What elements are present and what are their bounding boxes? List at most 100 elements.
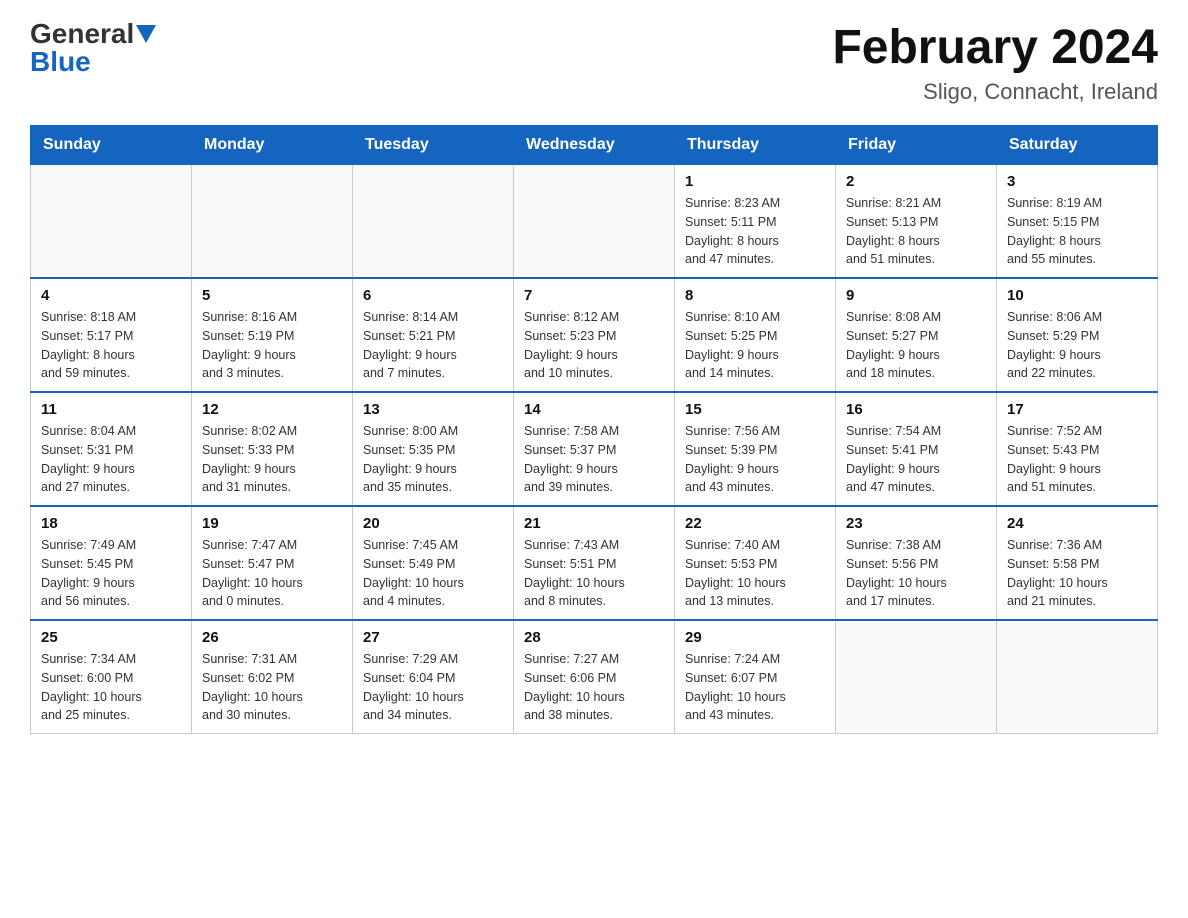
day-info: Sunrise: 7:27 AMSunset: 6:06 PMDaylight:… [524, 650, 664, 725]
day-cell [192, 165, 353, 279]
day-number: 20 [363, 515, 503, 532]
header-wednesday: Wednesday [514, 126, 675, 165]
day-number: 13 [363, 401, 503, 418]
day-number: 8 [685, 287, 825, 304]
week-row-4: 18 Sunrise: 7:49 AMSunset: 5:45 PMDayligh… [31, 506, 1158, 620]
day-number: 9 [846, 287, 986, 304]
day-number: 14 [524, 401, 664, 418]
day-cell: 4 Sunrise: 8:18 AMSunset: 5:17 PMDaylight… [31, 278, 192, 392]
day-info: Sunrise: 7:24 AMSunset: 6:07 PMDaylight:… [685, 650, 825, 725]
day-cell: 5Sunrise: 8:16 AMSunset: 5:19 PMDaylight… [192, 278, 353, 392]
day-cell: 11Sunrise: 8:04 AMSunset: 5:31 PMDayligh… [31, 392, 192, 506]
day-info: Sunrise: 7:45 AMSunset: 5:49 PMDaylight:… [363, 536, 503, 611]
header-sunday: Sunday [31, 126, 192, 165]
day-info: Sunrise: 8:12 AMSunset: 5:23 PMDaylight:… [524, 308, 664, 383]
day-number: 1 [685, 173, 825, 190]
day-number: 2 [846, 173, 986, 190]
title-section: February 2024 Sligo, Connacht, Ireland [832, 20, 1158, 105]
day-cell: 3 Sunrise: 8:19 AMSunset: 5:15 PMDaylight… [997, 165, 1158, 279]
day-info: Sunrise: 8:08 AMSunset: 5:27 PMDaylight:… [846, 308, 986, 383]
day-cell [31, 165, 192, 279]
header-friday: Friday [836, 126, 997, 165]
weekday-header-row: Sunday Monday Tuesday Wednesday Thursday… [31, 126, 1158, 165]
day-info: Sunrise: 7:36 AMSunset: 5:58 PMDaylight:… [1007, 536, 1147, 611]
day-number: 27 [363, 629, 503, 646]
logo-general-text: General [30, 20, 134, 48]
week-row-1: 1 Sunrise: 8:23 AMSunset: 5:11 PMDaylight… [31, 165, 1158, 279]
day-cell: 13 Sunrise: 8:00 AMSunset: 5:35 PMDayligh… [353, 392, 514, 506]
day-cell: 29 Sunrise: 7:24 AMSunset: 6:07 PMDayligh… [675, 620, 836, 734]
day-cell [514, 165, 675, 279]
day-number: 23 [846, 515, 986, 532]
day-info: Sunrise: 7:29 AMSunset: 6:04 PMDaylight:… [363, 650, 503, 725]
day-cell: 28Sunrise: 7:27 AMSunset: 6:06 PMDayligh… [514, 620, 675, 734]
header-thursday: Thursday [675, 126, 836, 165]
day-number: 5 [202, 287, 342, 304]
day-cell: 18 Sunrise: 7:49 AMSunset: 5:45 PMDayligh… [31, 506, 192, 620]
day-cell: 1 Sunrise: 8:23 AMSunset: 5:11 PMDaylight… [675, 165, 836, 279]
logo-triangle-icon [136, 25, 156, 43]
day-number: 11 [41, 401, 181, 418]
page-header: General Blue February 2024 Sligo, Connac… [30, 20, 1158, 105]
day-number: 26 [202, 629, 342, 646]
calendar-table: Sunday Monday Tuesday Wednesday Thursday… [30, 125, 1158, 734]
day-number: 24 [1007, 515, 1147, 532]
day-info: Sunrise: 8:06 AMSunset: 5:29 PMDaylight:… [1007, 308, 1147, 383]
day-number: 29 [685, 629, 825, 646]
day-number: 7 [524, 287, 664, 304]
day-cell: 12Sunrise: 8:02 AMSunset: 5:33 PMDayligh… [192, 392, 353, 506]
day-cell: 21 Sunrise: 7:43 AMSunset: 5:51 PMDayligh… [514, 506, 675, 620]
day-number: 18 [41, 515, 181, 532]
day-number: 25 [41, 629, 181, 646]
day-info: Sunrise: 8:18 AMSunset: 5:17 PMDaylight:… [41, 308, 181, 383]
day-info: Sunrise: 7:43 AMSunset: 5:51 PMDaylight:… [524, 536, 664, 611]
day-cell: 20 Sunrise: 7:45 AMSunset: 5:49 PMDayligh… [353, 506, 514, 620]
day-cell [353, 165, 514, 279]
day-info: Sunrise: 7:34 AMSunset: 6:00 PMDaylight:… [41, 650, 181, 725]
day-info: Sunrise: 8:19 AMSunset: 5:15 PMDaylight:… [1007, 194, 1147, 269]
day-info: Sunrise: 7:40 AMSunset: 5:53 PMDaylight:… [685, 536, 825, 611]
day-number: 3 [1007, 173, 1147, 190]
day-cell: 19 Sunrise: 7:47 AMSunset: 5:47 PMDayligh… [192, 506, 353, 620]
day-cell: 25 Sunrise: 7:34 AMSunset: 6:00 PMDayligh… [31, 620, 192, 734]
day-info: Sunrise: 8:02 AMSunset: 5:33 PMDaylight:… [202, 422, 342, 497]
day-cell: 24 Sunrise: 7:36 AMSunset: 5:58 PMDayligh… [997, 506, 1158, 620]
day-cell: 26Sunrise: 7:31 AMSunset: 6:02 PMDayligh… [192, 620, 353, 734]
day-cell: 10 Sunrise: 8:06 AMSunset: 5:29 PMDayligh… [997, 278, 1158, 392]
day-cell: 27 Sunrise: 7:29 AMSunset: 6:04 PMDayligh… [353, 620, 514, 734]
day-cell: 9 Sunrise: 8:08 AMSunset: 5:27 PMDaylight… [836, 278, 997, 392]
day-number: 10 [1007, 287, 1147, 304]
day-info: Sunrise: 7:54 AMSunset: 5:41 PMDaylight:… [846, 422, 986, 497]
header-tuesday: Tuesday [353, 126, 514, 165]
header-saturday: Saturday [997, 126, 1158, 165]
day-cell: 8 Sunrise: 8:10 AMSunset: 5:25 PMDaylight… [675, 278, 836, 392]
location-title: Sligo, Connacht, Ireland [832, 79, 1158, 105]
day-number: 15 [685, 401, 825, 418]
day-info: Sunrise: 7:52 AMSunset: 5:43 PMDaylight:… [1007, 422, 1147, 497]
day-info: Sunrise: 7:49 AMSunset: 5:45 PMDaylight:… [41, 536, 181, 611]
day-info: Sunrise: 7:58 AMSunset: 5:37 PMDaylight:… [524, 422, 664, 497]
day-cell: 6Sunrise: 8:14 AMSunset: 5:21 PMDaylight… [353, 278, 514, 392]
day-info: Sunrise: 7:47 AMSunset: 5:47 PMDaylight:… [202, 536, 342, 611]
week-row-2: 4 Sunrise: 8:18 AMSunset: 5:17 PMDaylight… [31, 278, 1158, 392]
day-info: Sunrise: 8:14 AMSunset: 5:21 PMDaylight:… [363, 308, 503, 383]
logo-blue-text: Blue [30, 46, 91, 77]
day-cell [836, 620, 997, 734]
day-info: Sunrise: 8:23 AMSunset: 5:11 PMDaylight:… [685, 194, 825, 269]
day-number: 16 [846, 401, 986, 418]
day-cell: 23Sunrise: 7:38 AMSunset: 5:56 PMDayligh… [836, 506, 997, 620]
day-number: 4 [41, 287, 181, 304]
day-cell: 16 Sunrise: 7:54 AMSunset: 5:41 PMDayligh… [836, 392, 997, 506]
month-title: February 2024 [832, 20, 1158, 75]
day-cell: 17Sunrise: 7:52 AMSunset: 5:43 PMDayligh… [997, 392, 1158, 506]
day-info: Sunrise: 8:00 AMSunset: 5:35 PMDaylight:… [363, 422, 503, 497]
day-number: 21 [524, 515, 664, 532]
day-number: 19 [202, 515, 342, 532]
day-info: Sunrise: 7:56 AMSunset: 5:39 PMDaylight:… [685, 422, 825, 497]
week-row-5: 25 Sunrise: 7:34 AMSunset: 6:00 PMDayligh… [31, 620, 1158, 734]
day-number: 22 [685, 515, 825, 532]
header-monday: Monday [192, 126, 353, 165]
day-info: Sunrise: 8:10 AMSunset: 5:25 PMDaylight:… [685, 308, 825, 383]
week-row-3: 11Sunrise: 8:04 AMSunset: 5:31 PMDayligh… [31, 392, 1158, 506]
day-cell: 2Sunrise: 8:21 AMSunset: 5:13 PMDaylight… [836, 165, 997, 279]
